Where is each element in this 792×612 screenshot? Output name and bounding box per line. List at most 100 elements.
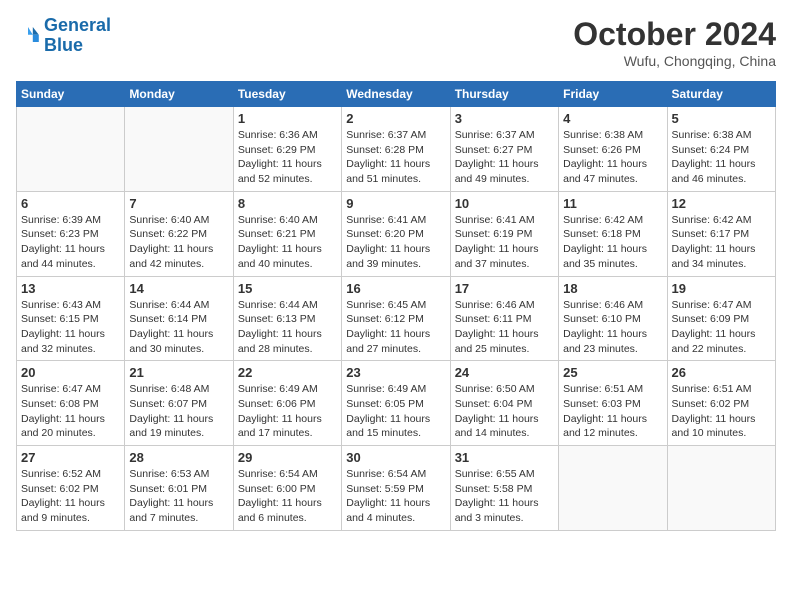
day-info: Sunrise: 6:40 AM Sunset: 6:22 PM Dayligh… bbox=[129, 213, 228, 272]
location: Wufu, Chongqing, China bbox=[573, 53, 776, 69]
calendar-cell: 31 Sunrise: 6:55 AM Sunset: 5:58 PM Dayli… bbox=[450, 446, 558, 531]
calendar-cell: 21 Sunrise: 6:48 AM Sunset: 6:07 PM Dayli… bbox=[125, 361, 233, 446]
day-info: Sunrise: 6:38 AM Sunset: 6:24 PM Dayligh… bbox=[672, 128, 771, 187]
day-number: 27 bbox=[21, 450, 120, 465]
calendar-week-3: 13 Sunrise: 6:43 AM Sunset: 6:15 PM Dayli… bbox=[17, 276, 776, 361]
day-number: 3 bbox=[455, 111, 554, 126]
day-info: Sunrise: 6:41 AM Sunset: 6:19 PM Dayligh… bbox=[455, 213, 554, 272]
weekday-header-thursday: Thursday bbox=[450, 82, 558, 107]
calendar-cell: 13 Sunrise: 6:43 AM Sunset: 6:15 PM Dayli… bbox=[17, 276, 125, 361]
calendar-cell: 9 Sunrise: 6:41 AM Sunset: 6:20 PM Daylig… bbox=[342, 191, 450, 276]
calendar-cell: 1Sunrise: 6:36 AM Sunset: 6:29 PM Daylig… bbox=[233, 107, 341, 192]
day-number: 22 bbox=[238, 365, 337, 380]
day-number: 4 bbox=[563, 111, 662, 126]
day-info: Sunrise: 6:46 AM Sunset: 6:11 PM Dayligh… bbox=[455, 298, 554, 357]
day-info: Sunrise: 6:47 AM Sunset: 6:08 PM Dayligh… bbox=[21, 382, 120, 441]
day-number: 24 bbox=[455, 365, 554, 380]
calendar-week-1: 1Sunrise: 6:36 AM Sunset: 6:29 PM Daylig… bbox=[17, 107, 776, 192]
weekday-header-wednesday: Wednesday bbox=[342, 82, 450, 107]
day-info: Sunrise: 6:50 AM Sunset: 6:04 PM Dayligh… bbox=[455, 382, 554, 441]
day-number: 20 bbox=[21, 365, 120, 380]
weekday-header-monday: Monday bbox=[125, 82, 233, 107]
calendar-cell: 11 Sunrise: 6:42 AM Sunset: 6:18 PM Dayli… bbox=[559, 191, 667, 276]
weekday-header-row: SundayMondayTuesdayWednesdayThursdayFrid… bbox=[17, 82, 776, 107]
day-number: 1 bbox=[238, 111, 337, 126]
calendar-cell bbox=[17, 107, 125, 192]
calendar-cell: 14 Sunrise: 6:44 AM Sunset: 6:14 PM Dayli… bbox=[125, 276, 233, 361]
day-info: Sunrise: 6:45 AM Sunset: 6:12 PM Dayligh… bbox=[346, 298, 445, 357]
calendar-table: SundayMondayTuesdayWednesdayThursdayFrid… bbox=[16, 81, 776, 531]
calendar-cell: 26 Sunrise: 6:51 AM Sunset: 6:02 PM Dayli… bbox=[667, 361, 775, 446]
calendar-cell: 7Sunrise: 6:40 AM Sunset: 6:22 PM Daylig… bbox=[125, 191, 233, 276]
day-number: 19 bbox=[672, 281, 771, 296]
day-info: Sunrise: 6:55 AM Sunset: 5:58 PM Dayligh… bbox=[455, 467, 554, 526]
day-info: Sunrise: 6:38 AM Sunset: 6:26 PM Dayligh… bbox=[563, 128, 662, 187]
calendar-week-5: 27Sunrise: 6:52 AM Sunset: 6:02 PM Dayli… bbox=[17, 446, 776, 531]
calendar-cell: 30 Sunrise: 6:54 AM Sunset: 5:59 PM Dayli… bbox=[342, 446, 450, 531]
calendar-cell: 23Sunrise: 6:49 AM Sunset: 6:05 PM Dayli… bbox=[342, 361, 450, 446]
calendar-cell: 24 Sunrise: 6:50 AM Sunset: 6:04 PM Dayli… bbox=[450, 361, 558, 446]
day-number: 14 bbox=[129, 281, 228, 296]
day-number: 21 bbox=[129, 365, 228, 380]
title-block: October 2024 Wufu, Chongqing, China bbox=[573, 16, 776, 69]
day-number: 9 bbox=[346, 196, 445, 211]
calendar-cell: 15Sunrise: 6:44 AM Sunset: 6:13 PM Dayli… bbox=[233, 276, 341, 361]
calendar-cell: 4 Sunrise: 6:38 AM Sunset: 6:26 PM Daylig… bbox=[559, 107, 667, 192]
calendar-cell: 10 Sunrise: 6:41 AM Sunset: 6:19 PM Dayli… bbox=[450, 191, 558, 276]
calendar-cell: 19 Sunrise: 6:47 AM Sunset: 6:09 PM Dayli… bbox=[667, 276, 775, 361]
day-number: 28 bbox=[129, 450, 228, 465]
day-info: Sunrise: 6:48 AM Sunset: 6:07 PM Dayligh… bbox=[129, 382, 228, 441]
calendar-cell: 16 Sunrise: 6:45 AM Sunset: 6:12 PM Dayli… bbox=[342, 276, 450, 361]
calendar-cell: 28 Sunrise: 6:53 AM Sunset: 6:01 PM Dayli… bbox=[125, 446, 233, 531]
day-info: Sunrise: 6:49 AM Sunset: 6:06 PM Dayligh… bbox=[238, 382, 337, 441]
day-number: 8 bbox=[238, 196, 337, 211]
calendar-week-4: 20 Sunrise: 6:47 AM Sunset: 6:08 PM Dayli… bbox=[17, 361, 776, 446]
calendar-week-2: 6 Sunrise: 6:39 AM Sunset: 6:23 PM Daylig… bbox=[17, 191, 776, 276]
day-number: 17 bbox=[455, 281, 554, 296]
weekday-header-sunday: Sunday bbox=[17, 82, 125, 107]
day-number: 23 bbox=[346, 365, 445, 380]
page-header: General Blue October 2024 Wufu, Chongqin… bbox=[16, 16, 776, 69]
calendar-cell: 12 Sunrise: 6:42 AM Sunset: 6:17 PM Dayli… bbox=[667, 191, 775, 276]
weekday-header-friday: Friday bbox=[559, 82, 667, 107]
day-info: Sunrise: 6:53 AM Sunset: 6:01 PM Dayligh… bbox=[129, 467, 228, 526]
day-number: 16 bbox=[346, 281, 445, 296]
day-info: Sunrise: 6:42 AM Sunset: 6:18 PM Dayligh… bbox=[563, 213, 662, 272]
day-info: Sunrise: 6:44 AM Sunset: 6:14 PM Dayligh… bbox=[129, 298, 228, 357]
day-number: 29 bbox=[238, 450, 337, 465]
day-number: 25 bbox=[563, 365, 662, 380]
logo-text: General Blue bbox=[44, 16, 111, 56]
day-info: Sunrise: 6:51 AM Sunset: 6:03 PM Dayligh… bbox=[563, 382, 662, 441]
calendar-cell: 27Sunrise: 6:52 AM Sunset: 6:02 PM Dayli… bbox=[17, 446, 125, 531]
day-number: 6 bbox=[21, 196, 120, 211]
day-number: 26 bbox=[672, 365, 771, 380]
calendar-cell: 8 Sunrise: 6:40 AM Sunset: 6:21 PM Daylig… bbox=[233, 191, 341, 276]
day-number: 30 bbox=[346, 450, 445, 465]
calendar-cell bbox=[559, 446, 667, 531]
day-info: Sunrise: 6:42 AM Sunset: 6:17 PM Dayligh… bbox=[672, 213, 771, 272]
calendar-cell bbox=[667, 446, 775, 531]
calendar-cell: 20 Sunrise: 6:47 AM Sunset: 6:08 PM Dayli… bbox=[17, 361, 125, 446]
day-number: 31 bbox=[455, 450, 554, 465]
day-info: Sunrise: 6:51 AM Sunset: 6:02 PM Dayligh… bbox=[672, 382, 771, 441]
calendar-cell: 5Sunrise: 6:38 AM Sunset: 6:24 PM Daylig… bbox=[667, 107, 775, 192]
day-number: 18 bbox=[563, 281, 662, 296]
day-info: Sunrise: 6:39 AM Sunset: 6:23 PM Dayligh… bbox=[21, 213, 120, 272]
calendar-cell: 17 Sunrise: 6:46 AM Sunset: 6:11 PM Dayli… bbox=[450, 276, 558, 361]
day-number: 12 bbox=[672, 196, 771, 211]
day-info: Sunrise: 6:41 AM Sunset: 6:20 PM Dayligh… bbox=[346, 213, 445, 272]
day-info: Sunrise: 6:46 AM Sunset: 6:10 PM Dayligh… bbox=[563, 298, 662, 357]
day-number: 11 bbox=[563, 196, 662, 211]
day-info: Sunrise: 6:37 AM Sunset: 6:27 PM Dayligh… bbox=[455, 128, 554, 187]
day-info: Sunrise: 6:43 AM Sunset: 6:15 PM Dayligh… bbox=[21, 298, 120, 357]
day-number: 10 bbox=[455, 196, 554, 211]
day-info: Sunrise: 6:47 AM Sunset: 6:09 PM Dayligh… bbox=[672, 298, 771, 357]
day-info: Sunrise: 6:54 AM Sunset: 5:59 PM Dayligh… bbox=[346, 467, 445, 526]
logo-icon bbox=[16, 24, 40, 48]
day-info: Sunrise: 6:40 AM Sunset: 6:21 PM Dayligh… bbox=[238, 213, 337, 272]
day-number: 13 bbox=[21, 281, 120, 296]
calendar-cell: 25 Sunrise: 6:51 AM Sunset: 6:03 PM Dayli… bbox=[559, 361, 667, 446]
calendar-cell bbox=[125, 107, 233, 192]
month-title: October 2024 bbox=[573, 16, 776, 53]
calendar-cell: 18 Sunrise: 6:46 AM Sunset: 6:10 PM Dayli… bbox=[559, 276, 667, 361]
